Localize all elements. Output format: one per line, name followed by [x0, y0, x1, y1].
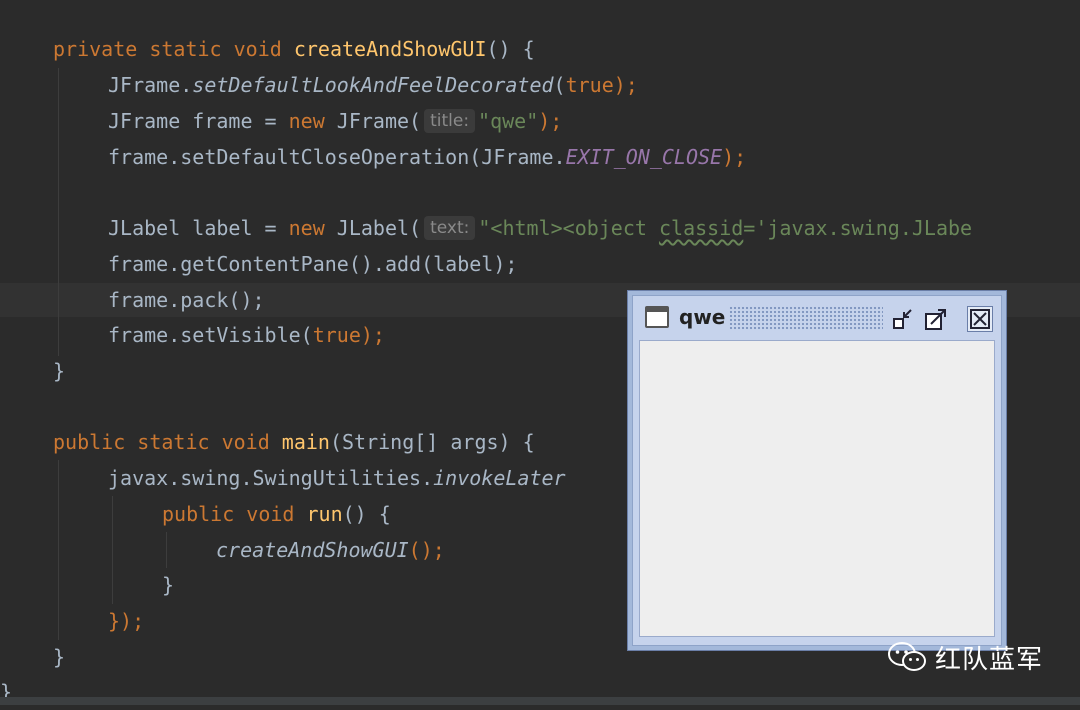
editor-bottom-strip — [0, 697, 1080, 705]
code-text: JLabel label = — [108, 216, 289, 240]
string-literal: "qwe" — [478, 109, 539, 133]
code-punct: }); — [108, 609, 145, 633]
code-text: frame.setDefaultCloseOperation(JFrame. — [108, 145, 566, 169]
code-text: frame.setVisible( — [108, 323, 313, 347]
static-call: setDefaultLookAndFeelDecorated — [192, 73, 554, 97]
code-line-15[interactable]: }); — [108, 603, 144, 639]
keyword-new: new — [288, 109, 325, 133]
code-text: javax.swing.SwingUtilities. — [108, 466, 434, 490]
code-modifiers: public void — [162, 502, 307, 526]
code-text: JFrame. — [108, 73, 193, 97]
code-line-2[interactable]: JFrame.setDefaultLookAndFeelDecorated(tr… — [108, 67, 638, 103]
keyword-new: new — [288, 216, 325, 240]
code-line-6[interactable]: frame.getContentPane().add(label); — [108, 246, 517, 282]
code-line-10[interactable]: public static void main(String[] args) { — [53, 424, 535, 460]
code-line-4[interactable]: frame.setDefaultCloseOperation(JFrame.EX… — [108, 139, 746, 175]
code-line-14[interactable]: } — [162, 567, 174, 603]
code-text: frame.getContentPane().add(label); — [108, 252, 518, 276]
code-line-1[interactable]: private static void createAndShowGUI() { — [53, 31, 535, 67]
code-text: JFrame( — [324, 109, 422, 133]
code-text: ( — [553, 73, 566, 97]
titlebar-drag-texture[interactable] — [729, 306, 883, 330]
code-punct: ); — [722, 145, 747, 169]
window-title: qwe — [679, 305, 726, 329]
code-text: () { — [486, 37, 535, 61]
constant: EXIT_ON_CLOSE — [565, 145, 723, 169]
static-call: createAndShowGUI — [216, 538, 409, 562]
code-line-5[interactable]: JLabel label = new JLabel(text: "<html><o… — [108, 210, 972, 246]
code-modifiers: private static void — [53, 37, 294, 61]
wechat-icon — [888, 642, 926, 671]
parameter-hint: title: — [424, 109, 476, 133]
code-text: (String[] args) { — [329, 430, 535, 454]
string-literal: "<html><object — [478, 216, 659, 240]
window-icon[interactable] — [645, 306, 669, 328]
indent-guide — [58, 460, 59, 640]
code-text: frame.pack(); — [108, 288, 265, 312]
code-line-16[interactable]: } — [53, 639, 65, 675]
content-pane[interactable] — [639, 340, 995, 637]
maximize-button[interactable] — [923, 306, 949, 332]
code-line-9[interactable]: } — [53, 353, 65, 389]
code-punct: ); — [538, 109, 563, 133]
code-text: JLabel( — [324, 216, 422, 240]
method-name: main — [281, 430, 330, 454]
window-titlebar[interactable]: qwe — [633, 296, 1001, 336]
code-text: () { — [342, 502, 391, 526]
string-literal-warning: classid — [658, 216, 744, 240]
close-button[interactable] — [967, 306, 993, 332]
code-text: } — [53, 359, 66, 383]
minimize-button[interactable] — [891, 306, 917, 332]
method-name: createAndShowGUI — [293, 37, 487, 61]
code-punct: (); — [408, 538, 445, 562]
watermark: 红队蓝军 — [887, 637, 1043, 677]
code-modifiers: public static void — [53, 430, 282, 454]
code-line-13[interactable]: createAndShowGUI(); — [216, 532, 445, 568]
keyword-literal: true — [312, 323, 361, 347]
code-line-7[interactable]: frame.pack(); — [108, 282, 265, 318]
code-line-11[interactable]: javax.swing.SwingUtilities.invokeLater — [108, 460, 566, 496]
code-line-8[interactable]: frame.setVisible(true); — [108, 317, 385, 353]
string-literal: ='javax.swing.JLabe — [743, 216, 973, 240]
code-punct: ); — [360, 323, 385, 347]
code-punct: ); — [613, 73, 638, 97]
static-call: invokeLater — [433, 466, 566, 490]
indent-guide — [112, 496, 113, 604]
swing-window[interactable]: qwe — [627, 290, 1007, 651]
code-line-12[interactable]: public void run() { — [162, 496, 391, 532]
minimize-icon — [893, 309, 912, 329]
close-icon — [970, 309, 990, 329]
code-text: JFrame frame = — [108, 109, 289, 133]
indent-guide — [58, 68, 59, 356]
keyword-literal: true — [565, 73, 614, 97]
code-text: } — [53, 645, 66, 669]
code-line-3[interactable]: JFrame frame = new JFrame(title: "qwe"); — [108, 103, 562, 139]
indent-guide — [166, 532, 167, 568]
code-text: } — [162, 573, 175, 597]
watermark-text: 红队蓝军 — [935, 644, 1044, 675]
method-name: run — [306, 502, 343, 526]
parameter-hint: text: — [424, 216, 476, 240]
window-frame: qwe — [632, 295, 1002, 646]
maximize-icon — [925, 309, 946, 330]
